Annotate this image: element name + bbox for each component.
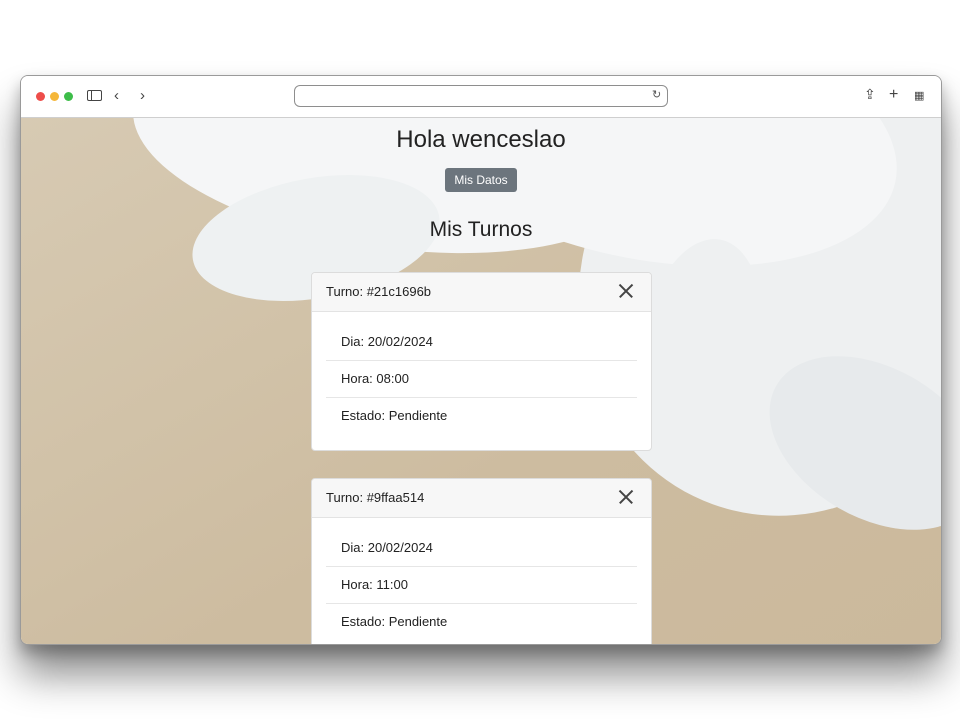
turno-card-header: Turno: #9ffaa514 (312, 479, 651, 518)
turno-card-header: Turno: #21c1696b (312, 273, 651, 312)
turno-title: Turno: #21c1696b (326, 284, 432, 299)
browser-toolbar: ‹ › ↻ ⇪ + ▦ (21, 76, 941, 118)
turno-card: Turno: #9ffaa514 Dia: 20/02/2024 Hora: 1… (311, 478, 652, 644)
mis-datos-button[interactable]: Mis Datos (445, 168, 517, 192)
tab-overview-icon[interactable]: ▦ (914, 89, 924, 104)
delete-turno-button[interactable] (613, 484, 639, 510)
delete-turno-button[interactable] (613, 278, 639, 304)
back-icon[interactable]: ‹ (114, 88, 119, 103)
turno-estado: Estado: Pendiente (341, 614, 448, 629)
turno-title: Turno: #9ffaa514 (326, 490, 425, 505)
turno-details: Dia: 20/02/2024 Hora: 11:00 Estado: Pend… (312, 518, 651, 640)
browser-window: ‹ › ↻ ⇪ + ▦ Hola wenceslao Mis Datos Mis… (20, 75, 942, 645)
turno-dia: Dia: 20/02/2024 (326, 530, 637, 567)
turno-hora: Hora: 11:00 (326, 567, 637, 604)
sidebar-icon[interactable] (87, 90, 102, 101)
address-bar[interactable] (294, 85, 668, 107)
turno-estado: Estado: Pendiente (341, 408, 448, 423)
close-window-button[interactable] (36, 92, 45, 101)
turno-card: Turno: #21c1696b Dia: 20/02/2024 Hora: 0… (311, 272, 652, 451)
zoom-window-button[interactable] (64, 92, 73, 101)
greeting-heading: Hola wenceslao (396, 126, 566, 153)
mis-turnos-heading: Mis Turnos (429, 218, 533, 241)
turno-dia: Dia: 20/02/2024 (326, 324, 637, 361)
forward-icon[interactable]: › (140, 88, 145, 103)
minimize-window-button[interactable] (50, 92, 59, 101)
turno-details: Dia: 20/02/2024 Hora: 08:00 Estado: Pend… (312, 312, 651, 434)
share-icon[interactable]: ⇪ (864, 87, 876, 102)
page-content: Hola wenceslao Mis Datos Mis Turnos Turn… (21, 118, 941, 644)
new-tab-icon[interactable]: + (889, 87, 898, 103)
turno-hora: Hora: 08:00 (326, 361, 637, 398)
